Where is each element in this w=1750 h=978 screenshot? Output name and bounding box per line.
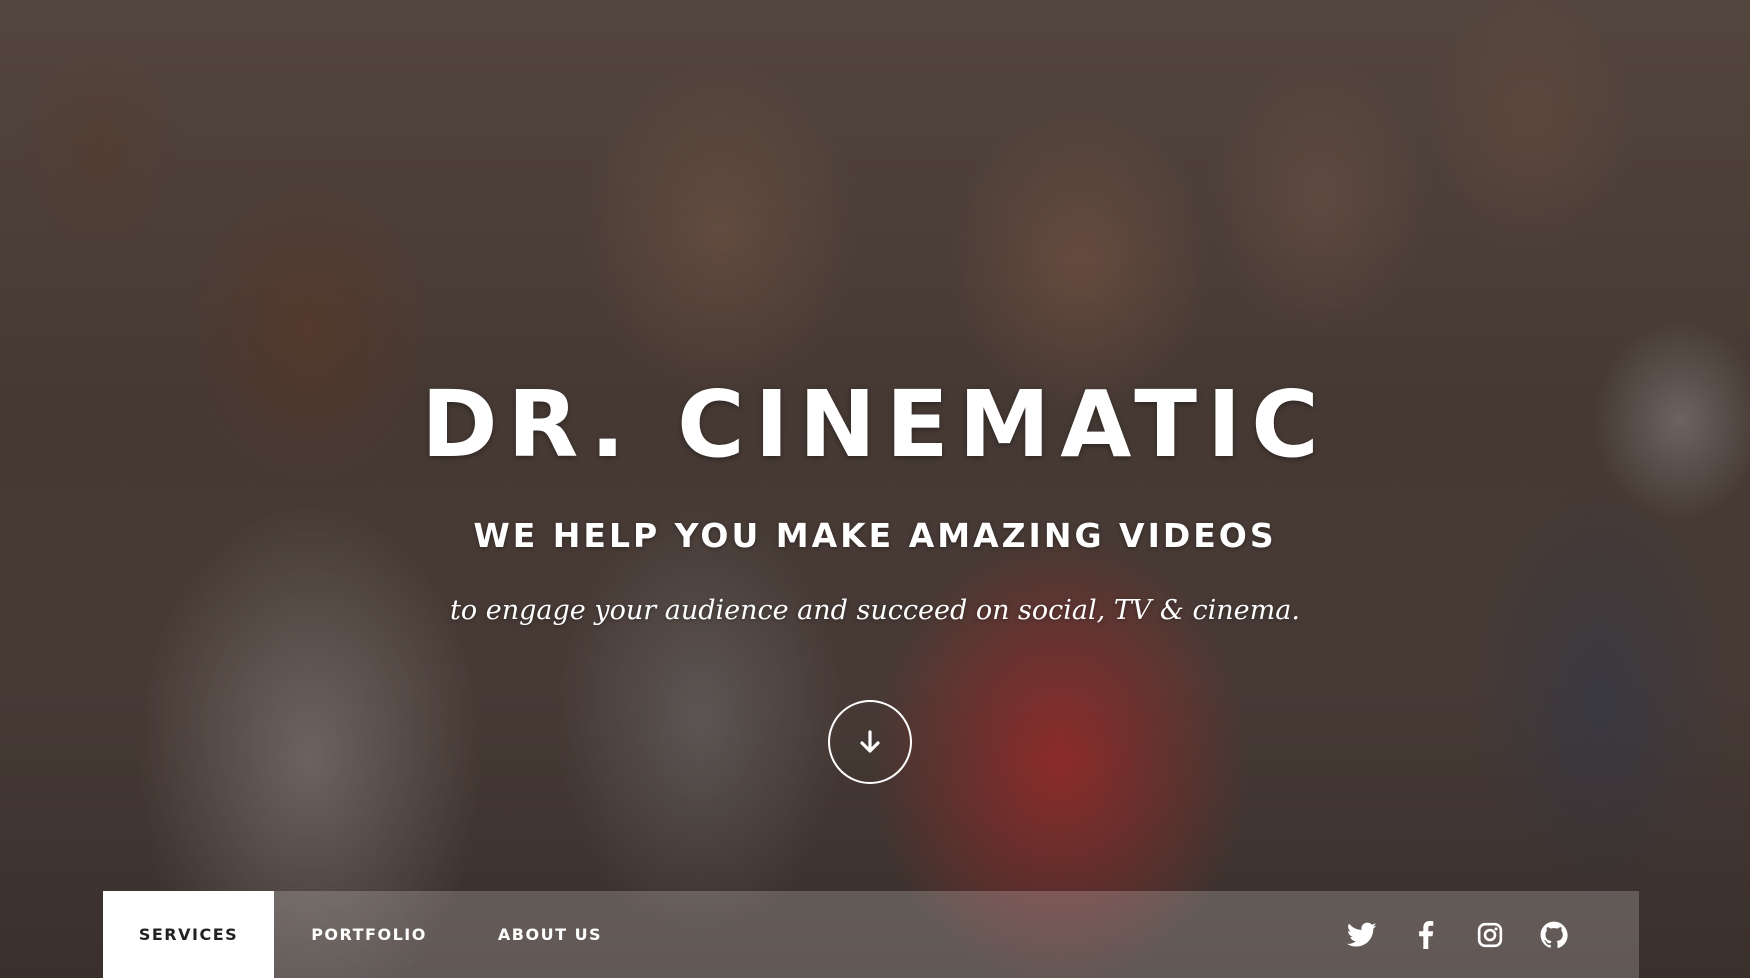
instagram-icon (1477, 922, 1503, 948)
main-navbar: SERVICES PORTFOLIO ABOUT US (103, 891, 1639, 978)
nav-portfolio[interactable]: PORTFOLIO (274, 891, 464, 978)
hero-content: DR. CINEMATIC WE HELP YOU MAKE AMAZING V… (0, 370, 1750, 628)
github-icon (1540, 921, 1568, 949)
nav-about-us[interactable]: ABOUT US (464, 891, 636, 978)
github-link[interactable] (1522, 891, 1586, 978)
instagram-link[interactable] (1458, 891, 1522, 978)
site-title: DR. CINEMATIC (421, 371, 1329, 478)
arrow-down-icon (856, 728, 884, 756)
hero-section: DR. CINEMATIC WE HELP YOU MAKE AMAZING V… (0, 0, 1750, 978)
nav-services[interactable]: SERVICES (103, 891, 274, 978)
twitter-icon (1347, 922, 1377, 948)
hero-tagline: WE HELP YOU MAKE AMAZING VIDEOS (473, 516, 1277, 555)
twitter-link[interactable] (1330, 891, 1394, 978)
facebook-link[interactable] (1394, 891, 1458, 978)
social-links (1330, 891, 1639, 978)
facebook-icon (1418, 920, 1434, 949)
hero-subtitle: to engage your audience and succeed on s… (450, 595, 1300, 626)
scroll-down-button[interactable] (828, 700, 912, 784)
